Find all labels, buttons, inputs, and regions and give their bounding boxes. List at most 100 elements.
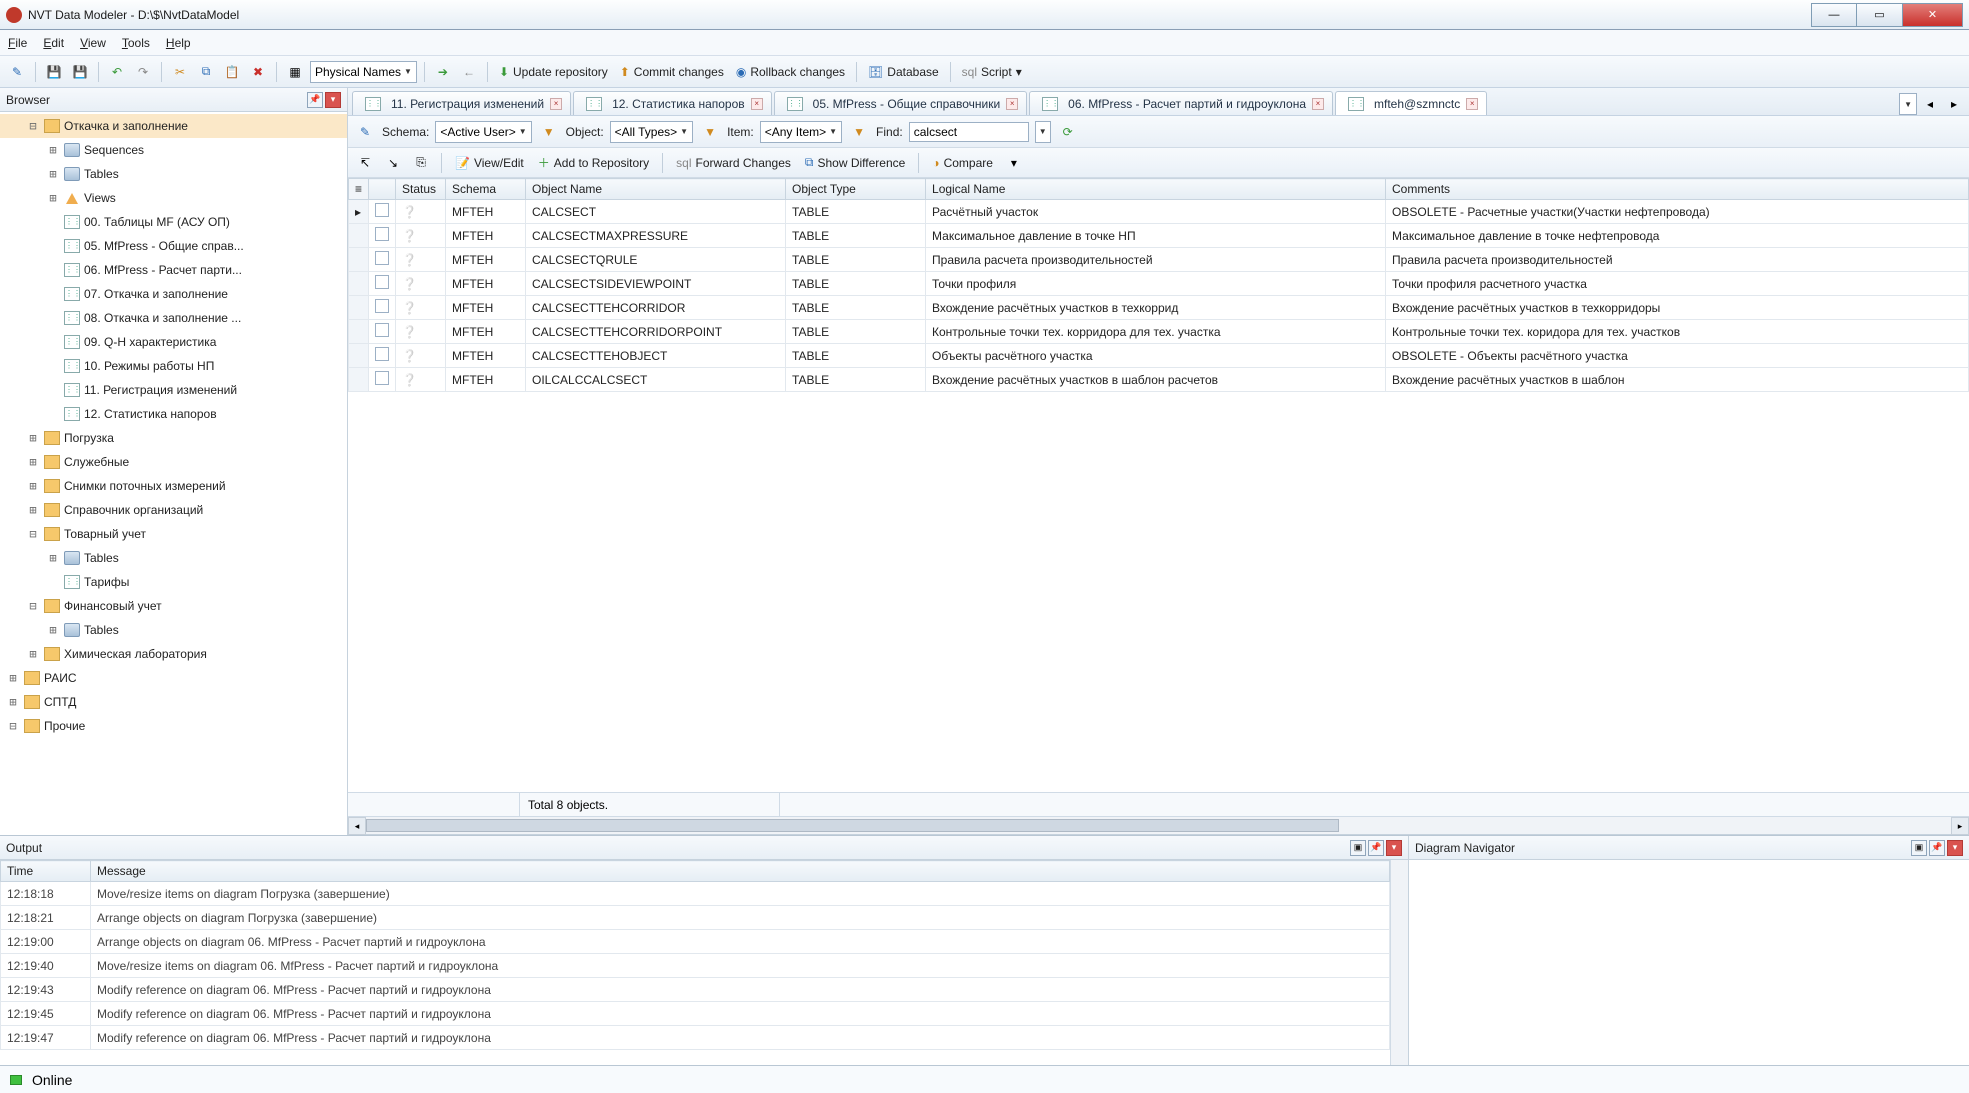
save-icon[interactable]: 💾	[43, 61, 65, 83]
col-schema[interactable]: Schema	[446, 179, 526, 200]
tree-node[interactable]: 08. Откачка и заполнение ...	[0, 306, 347, 330]
expand-icon[interactable]: ⊞	[46, 167, 60, 181]
expand-icon[interactable]: ⊞	[26, 431, 40, 445]
close-button[interactable]: ✕	[1903, 3, 1963, 27]
nav-expand-icon[interactable]: ⎘	[410, 152, 432, 174]
tree-node[interactable]: 07. Откачка и заполнение	[0, 282, 347, 306]
output-row[interactable]: 12:19:45Modify reference on diagram 06. …	[1, 1002, 1390, 1026]
panel-close-icon[interactable]: ▾	[325, 92, 341, 108]
row-check[interactable]	[369, 224, 396, 248]
row-check[interactable]	[369, 320, 396, 344]
table-row[interactable]: ▸❔MFTEHCALCSECTTABLEРасчётный участокOBS…	[349, 200, 1969, 224]
col-logname[interactable]: Logical Name	[926, 179, 1386, 200]
tree-node[interactable]: 09. Q-H характеристика	[0, 330, 347, 354]
panel-close-icon[interactable]: ▾	[1947, 840, 1963, 856]
col-status[interactable]: Status	[396, 179, 446, 200]
wand-icon[interactable]: ✎	[6, 61, 28, 83]
tab-close-icon[interactable]: ×	[550, 98, 562, 110]
redo-icon[interactable]: ↷	[132, 61, 154, 83]
go-right-icon[interactable]: ➔	[432, 61, 454, 83]
tree-node[interactable]: ⊟Прочие	[0, 714, 347, 738]
tree-node[interactable]: ⊞Снимки поточных измерений	[0, 474, 347, 498]
filter-icon[interactable]: ▼	[699, 121, 721, 143]
menu-edit[interactable]: Edit	[43, 36, 64, 50]
tab-close-icon[interactable]: ×	[751, 98, 763, 110]
col-menu[interactable]: ≡	[349, 179, 369, 200]
go-back-icon[interactable]: ←	[458, 61, 480, 83]
tree-node[interactable]: ⊞СПТД	[0, 690, 347, 714]
script-button[interactable]: sqlScript▾	[958, 65, 1026, 79]
compare-more-icon[interactable]: ▾	[1003, 152, 1025, 174]
table-row[interactable]: ❔MFTEHCALCSECTQRULETABLEПравила расчета …	[349, 248, 1969, 272]
tab[interactable]: 12. Статистика напоров×	[573, 91, 772, 115]
output-vscroll[interactable]	[1390, 860, 1408, 1065]
tree-node[interactable]: 10. Режимы работы НП	[0, 354, 347, 378]
grid-hscroll[interactable]: ◂ ▸	[348, 816, 1969, 834]
output-table[interactable]: Time Message 12:18:18Move/resize items o…	[0, 860, 1390, 1065]
tab-prev-icon[interactable]: ◂	[1919, 93, 1941, 115]
tree-node[interactable]: ⊞РАИС	[0, 666, 347, 690]
viewedit-button[interactable]: 📝View/Edit	[451, 156, 528, 170]
menu-view[interactable]: View	[80, 36, 106, 50]
row-check[interactable]	[369, 248, 396, 272]
tab-next-icon[interactable]: ▸	[1943, 93, 1965, 115]
table-row[interactable]: ❔MFTEHCALCSECTTEHCORRIDORPOINTTABLEКонтр…	[349, 320, 1969, 344]
tree-node[interactable]: ⊟Товарный учет	[0, 522, 347, 546]
tab[interactable]: 05. MfPress - Общие справочники×	[774, 91, 1028, 115]
table-row[interactable]: ❔MFTEHCALCSECTTEHCORRIDORTABLEВхождение …	[349, 296, 1969, 320]
object-combo[interactable]: <All Types>▼	[610, 121, 693, 143]
results-grid[interactable]: ≡ Status Schema Object Name Object Type …	[348, 178, 1969, 792]
col-objtype[interactable]: Object Type	[786, 179, 926, 200]
tree-node[interactable]: ⊞Служебные	[0, 450, 347, 474]
output-row[interactable]: 12:19:47Modify reference on diagram 06. …	[1, 1026, 1390, 1050]
tree-node[interactable]: ⊞Tables	[0, 162, 347, 186]
refresh-icon[interactable]: ⟳	[1057, 121, 1079, 143]
find-dropdown[interactable]: ▼	[1035, 121, 1051, 143]
row-check[interactable]	[369, 296, 396, 320]
addrepo-button[interactable]: ＋Add to Repository	[534, 154, 653, 171]
item-combo[interactable]: <Any Item>▼	[760, 121, 842, 143]
pin-icon[interactable]: 📌	[1368, 840, 1384, 856]
cut-icon[interactable]: ✂	[169, 61, 191, 83]
minimize-button[interactable]: —	[1811, 3, 1857, 27]
pin-icon[interactable]: 📌	[1929, 840, 1945, 856]
col-objname[interactable]: Object Name	[526, 179, 786, 200]
tab-list-dropdown[interactable]: ▼	[1899, 93, 1917, 115]
scroll-left-icon[interactable]: ◂	[348, 817, 366, 835]
expand-icon[interactable]: ⊞	[6, 695, 20, 709]
tree-node[interactable]: ⊟Финансовый учет	[0, 594, 347, 618]
tree-node[interactable]: ⊞Tables	[0, 618, 347, 642]
table-row[interactable]: ❔MFTEHCALCSECTSIDEVIEWPOINTTABLEТочки пр…	[349, 272, 1969, 296]
delete-icon[interactable]: ✖	[247, 61, 269, 83]
menu-help[interactable]: Help	[166, 36, 191, 50]
save-all-icon[interactable]: 💾	[69, 61, 91, 83]
row-check[interactable]	[369, 200, 396, 224]
tree-node[interactable]: ⊞Tables	[0, 546, 347, 570]
filter-wand-icon[interactable]: ✎	[354, 121, 376, 143]
tree-node[interactable]: 06. MfPress - Расчет парти...	[0, 258, 347, 282]
tree-node[interactable]: ⊞Views	[0, 186, 347, 210]
expand-icon[interactable]: ⊟	[26, 119, 40, 133]
col-comments[interactable]: Comments	[1386, 179, 1969, 200]
expand-icon[interactable]: ⊞	[26, 503, 40, 517]
grid-icon[interactable]: ▦	[284, 61, 306, 83]
tab[interactable]: 11. Регистрация изменений×	[352, 91, 571, 115]
menu-tools[interactable]: Tools	[122, 36, 150, 50]
expand-icon[interactable]: ⊞	[46, 623, 60, 637]
output-row[interactable]: 12:18:18Move/resize items on diagram Пог…	[1, 882, 1390, 906]
tree-node[interactable]: ⊞Справочник организаций	[0, 498, 347, 522]
schema-combo[interactable]: <Active User>▼	[435, 121, 531, 143]
expand-icon[interactable]: ⊞	[46, 191, 60, 205]
tab-close-icon[interactable]: ×	[1006, 98, 1018, 110]
output-row[interactable]: 12:18:21Arrange objects on diagram Погру…	[1, 906, 1390, 930]
expand-icon[interactable]: ⊞	[26, 479, 40, 493]
names-mode-combo[interactable]: Physical Names ▼	[310, 61, 417, 83]
copy-icon[interactable]: ⧉	[195, 61, 217, 83]
scroll-right-icon[interactable]: ▸	[1951, 817, 1969, 835]
maximize-button[interactable]: ▭	[1857, 3, 1903, 27]
col-check[interactable]	[369, 179, 396, 200]
tree-node[interactable]: ⊞Sequences	[0, 138, 347, 162]
browser-tree[interactable]: ⊟Откачка и заполнение⊞Sequences⊞Tables⊞V…	[0, 112, 347, 835]
filter-icon[interactable]: ▼	[848, 121, 870, 143]
nav-next-icon[interactable]: ↘	[382, 152, 404, 174]
